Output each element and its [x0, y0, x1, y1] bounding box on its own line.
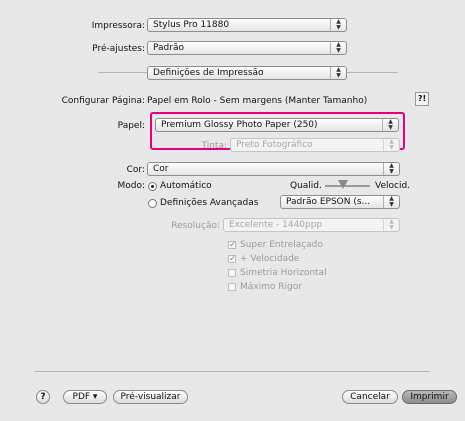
updown-arrows-icon: ▲ ▼ — [383, 219, 399, 231]
updown-arrows-icon: ▲ ▼ — [383, 196, 399, 208]
ink-popup: Preto Fotográfico ▲ ▼ — [230, 138, 400, 152]
updown-arrows-icon: ▲ ▼ — [330, 19, 346, 31]
flip-horizontal-checkbox[interactable] — [228, 269, 236, 277]
resolution-label: Resolução: — [171, 221, 220, 231]
advanced-settings-value: Padrão EPSON (s... — [286, 197, 371, 207]
updown-arrows-icon: ▲ ▼ — [383, 139, 399, 151]
slider-thumb-icon[interactable] — [338, 180, 348, 189]
mode-advanced-radio[interactable] — [148, 199, 157, 208]
footer-separator — [35, 371, 430, 372]
super-interlace-label: Super Entrelaçado — [240, 240, 323, 250]
high-speed-label: + Velocidade — [240, 254, 300, 264]
ink-label: Tinta: — [201, 141, 227, 151]
page-setup-label: Configurar Página: — [61, 96, 145, 106]
ink-value: Preto Fotográfico — [236, 140, 313, 150]
printer-popup[interactable]: Stylus Pro 11880 ▲ ▼ — [147, 18, 347, 32]
print-button[interactable]: Imprimir — [402, 390, 457, 404]
color-popup[interactable]: Cor ▲ ▼ — [147, 162, 400, 176]
flip-horizontal-label: Simetria Horizontal — [240, 268, 327, 278]
presets-popup[interactable]: Padrão ▲ ▼ — [147, 41, 347, 55]
printer-value: Stylus Pro 11880 — [153, 20, 230, 30]
high-speed-checkbox[interactable]: ✓ — [228, 255, 237, 264]
presets-value: Padrão — [153, 43, 184, 53]
preview-button[interactable]: Pré-visualizar — [113, 390, 188, 404]
advanced-settings-popup[interactable]: Padrão EPSON (s... ▲ ▼ — [280, 195, 400, 209]
paper-label: Papel: — [117, 121, 145, 131]
updown-arrows-icon: ▲ ▼ — [330, 67, 346, 79]
pdf-button[interactable]: PDF ▾ — [63, 390, 107, 404]
mode-label: Modo: — [117, 181, 145, 191]
resolution-popup: Excelente - 1440ppp ▲ ▼ — [223, 218, 400, 232]
finest-detail-label: Máximo Rigor — [240, 282, 302, 292]
panel-value: Definições de Impressão — [153, 68, 264, 78]
mode-automatic-radio[interactable] — [148, 182, 157, 191]
resolution-value: Excelente - 1440ppp — [229, 220, 323, 230]
super-interlace-checkbox[interactable]: ✓ — [228, 241, 237, 250]
cancel-button[interactable]: Cancelar — [342, 390, 398, 404]
color-label: Cor: — [126, 165, 145, 175]
panel-popup[interactable]: Definições de Impressão ▲ ▼ — [147, 66, 347, 80]
updown-arrows-icon: ▲ ▼ — [383, 163, 399, 175]
finest-detail-checkbox[interactable] — [228, 283, 236, 291]
updown-arrows-icon: ▲ ▼ — [330, 42, 346, 54]
quality-label: Qualid. — [290, 181, 322, 191]
color-value: Cor — [153, 164, 169, 174]
page-setup-value: Papel em Rolo - Sem margens (Manter Tama… — [147, 96, 368, 106]
help-button[interactable]: ? — [36, 390, 50, 404]
mode-automatic-label: Automático — [160, 181, 212, 191]
printer-label: Impressora: — [91, 21, 145, 31]
mode-advanced-label: Definições Avançadas — [160, 198, 259, 208]
page-setup-icon[interactable]: ?! — [415, 92, 429, 106]
speed-label: Velocid. — [375, 181, 411, 191]
presets-label: Pré-ajustes: — [92, 44, 145, 54]
